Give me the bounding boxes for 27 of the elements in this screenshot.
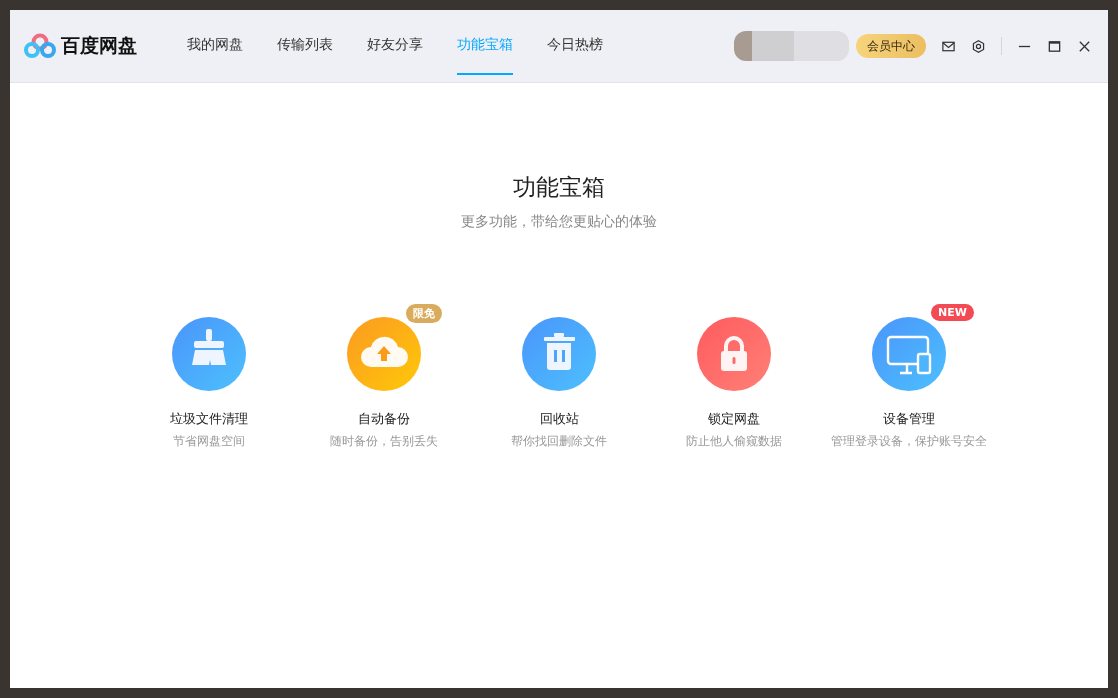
nav-tab[interactable]: 好友分享 <box>367 15 423 75</box>
vip-center-button[interactable]: 会员中心 <box>856 34 926 58</box>
broom-icon[interactable] <box>172 317 246 391</box>
tool-name[interactable]: 锁定网盘 <box>708 410 760 428</box>
tool-badge: 限免 <box>406 304 442 323</box>
maximize-icon[interactable] <box>1047 38 1062 54</box>
nav-tab[interactable]: 今日热榜 <box>547 15 603 75</box>
logo-icon <box>24 33 56 59</box>
trash-icon[interactable] <box>522 317 596 391</box>
tool-badge: NEW <box>931 304 974 321</box>
page-title: 功能宝箱 <box>513 173 605 202</box>
tool-description: 管理登录设备，保护账号安全 <box>831 434 987 449</box>
tool-description: 帮你找回删除文件 <box>511 434 607 449</box>
tool-name[interactable]: 垃圾文件清理 <box>170 410 248 428</box>
tool-name[interactable]: 设备管理 <box>883 410 935 428</box>
nav-tab[interactable]: 传输列表 <box>277 15 333 75</box>
tool-description: 防止他人偷窥数据 <box>686 434 782 449</box>
nav-tab[interactable]: 我的网盘 <box>187 15 243 75</box>
tool-description: 随时备份，告别丢失 <box>330 434 438 449</box>
settings-icon[interactable] <box>971 38 986 54</box>
tool-description: 节省网盘空间 <box>173 434 245 449</box>
devices-icon[interactable] <box>872 317 946 391</box>
tool-name[interactable]: 回收站 <box>539 410 579 428</box>
lock-icon[interactable] <box>697 317 771 391</box>
app-name: 百度网盘 <box>61 33 137 58</box>
page-subtitle: 更多功能，带给您更贴心的体验 <box>461 213 657 231</box>
tool-name[interactable]: 自动备份 <box>358 410 410 428</box>
